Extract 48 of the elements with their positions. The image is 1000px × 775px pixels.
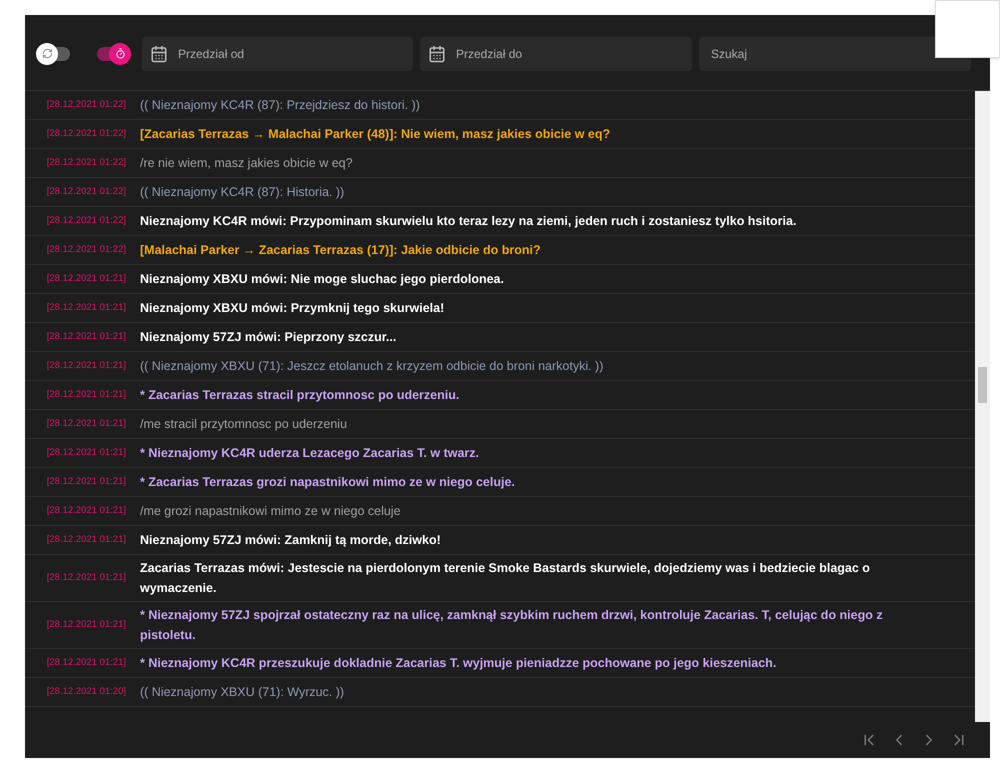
calendar-icon xyxy=(428,44,446,62)
timestamp: [28.12.2021 01:20] xyxy=(46,684,127,699)
chat-message: Nieznajomy KC4R mówi: Przypominam skurwielu kto teraz lezy na ziemi, jeden ruch i zostaniesz tylko hsitoria. xyxy=(140,213,798,230)
timestamp: [28.12.2021 01:22] xyxy=(46,214,127,228)
chat-message: Nieznajomy 57ZJ mówi: Pieprzony szczur... xyxy=(140,329,398,346)
chat-message: Nieznajomy 57ZJ mówi: Zamknij tą morde, dziwko! xyxy=(140,532,442,549)
timestamp: [28.12.2021 01:21] xyxy=(46,388,127,402)
chat-message: * Zacarias Terrazas stracil przytomnosc po uderzeniu. xyxy=(140,387,460,404)
timestamp: [28.12.2021 01:22] xyxy=(46,184,127,199)
search-field[interactable]: Szukaj xyxy=(699,36,971,70)
chat-message: (( Nieznajomy XBXU (71): Jeszcz etolanuch z krzyzem odbicie do broni narkotyki. )) xyxy=(140,358,604,375)
calendar-icon xyxy=(150,44,168,62)
timestamp: [28.12.2021 01:21] xyxy=(46,446,127,460)
timestamp: [28.12.2021 01:21] xyxy=(46,656,127,670)
timestamp: [28.12.2021 01:22] xyxy=(46,156,127,170)
timestamp: [28.12.2021 01:21] xyxy=(46,570,127,585)
chat-message: * Nieznajomy KC4R przeszukuje dokladnie Zacarias T. wyjmuje pieniadzze pochowane po jego kieszeniach. xyxy=(140,655,778,672)
timestamp: [28.12.2021 01:22] xyxy=(46,126,127,141)
timestamp: [28.12.2021 01:21] xyxy=(46,358,127,373)
chat-message: /me stracil przytomnosc po uderzeniu xyxy=(140,416,348,433)
chat-message: Nieznajomy XBXU mówi: Nie moge sluchac jego pierdolonea. xyxy=(140,271,505,288)
timestamp: [28.12.2021 01:22] xyxy=(46,242,127,257)
chat-message: Zacarias Terrazas mówi: Jestescie na pierdolonym terenie Smoke Bastards skurwiele, dojedziemy was i bedziecie blagac o wymaczenie. xyxy=(140,560,871,597)
scrollbar[interactable] xyxy=(975,91,990,722)
timestamp: [28.12.2021 01:21] xyxy=(46,618,127,632)
timestamp: [28.12.2021 01:21] xyxy=(46,300,127,315)
timestamp: [28.12.2021 01:21] xyxy=(46,330,127,344)
timestamp: [28.12.2021 01:22] xyxy=(46,98,127,112)
stopwatch-icon xyxy=(114,48,126,59)
chat-message: /me grozi napastnikowi mimo ze w niego celuje xyxy=(140,503,402,520)
chat-message: (( Nieznajomy KC4R (87): Przejdziesz do histori. )) xyxy=(140,97,421,114)
chat-message: * Zacarias Terrazas grozi napastnikowi mimo ze w niego celuje. xyxy=(140,474,516,491)
chat-message: * Nieznajomy 57ZJ spojrzał ostateczny raz na ulicę, zamknął szybkim ruchem drzwi, kontroluje Zacarias. T, celując do niego z pistoletu. xyxy=(140,607,884,644)
chat-message: * Nieznajomy KC4R uderza Lezacego Zacarias T. w twarz. xyxy=(140,445,480,462)
chat-message: /re nie wiem, masz jakies obicie w eq? xyxy=(140,155,354,172)
chat-message: (( Nieznajomy XBXU (71): Wyrzuc. )) xyxy=(140,684,346,701)
chat-message: [Malachai Parker → Zacarias Terrazas (17)]: Jakie odbicie do broni? xyxy=(140,242,542,259)
timestamp: [28.12.2021 01:21] xyxy=(46,504,127,518)
date-from-field[interactable]: Przedział od xyxy=(142,36,413,70)
timestamp: [28.12.2021 01:21] xyxy=(46,474,127,489)
chat-message: [Zacarias Terrazas → Malachai Parker (48)]: Nie wiem, masz jakies obicie w eq? xyxy=(140,126,612,143)
timestamp: [28.12.2021 01:21] xyxy=(46,532,127,547)
timestamp: [28.12.2021 01:21] xyxy=(46,416,127,431)
chat-message: (( Nieznajomy KC4R (87): Historia. )) xyxy=(140,184,346,201)
refresh-icon xyxy=(42,48,52,59)
timestamp: [28.12.2021 01:21] xyxy=(46,272,127,286)
date-to-field[interactable]: Przedział do xyxy=(420,36,692,70)
chat-message: Nieznajomy XBXU mówi: Przymknij tego skurwiela! xyxy=(140,300,446,317)
